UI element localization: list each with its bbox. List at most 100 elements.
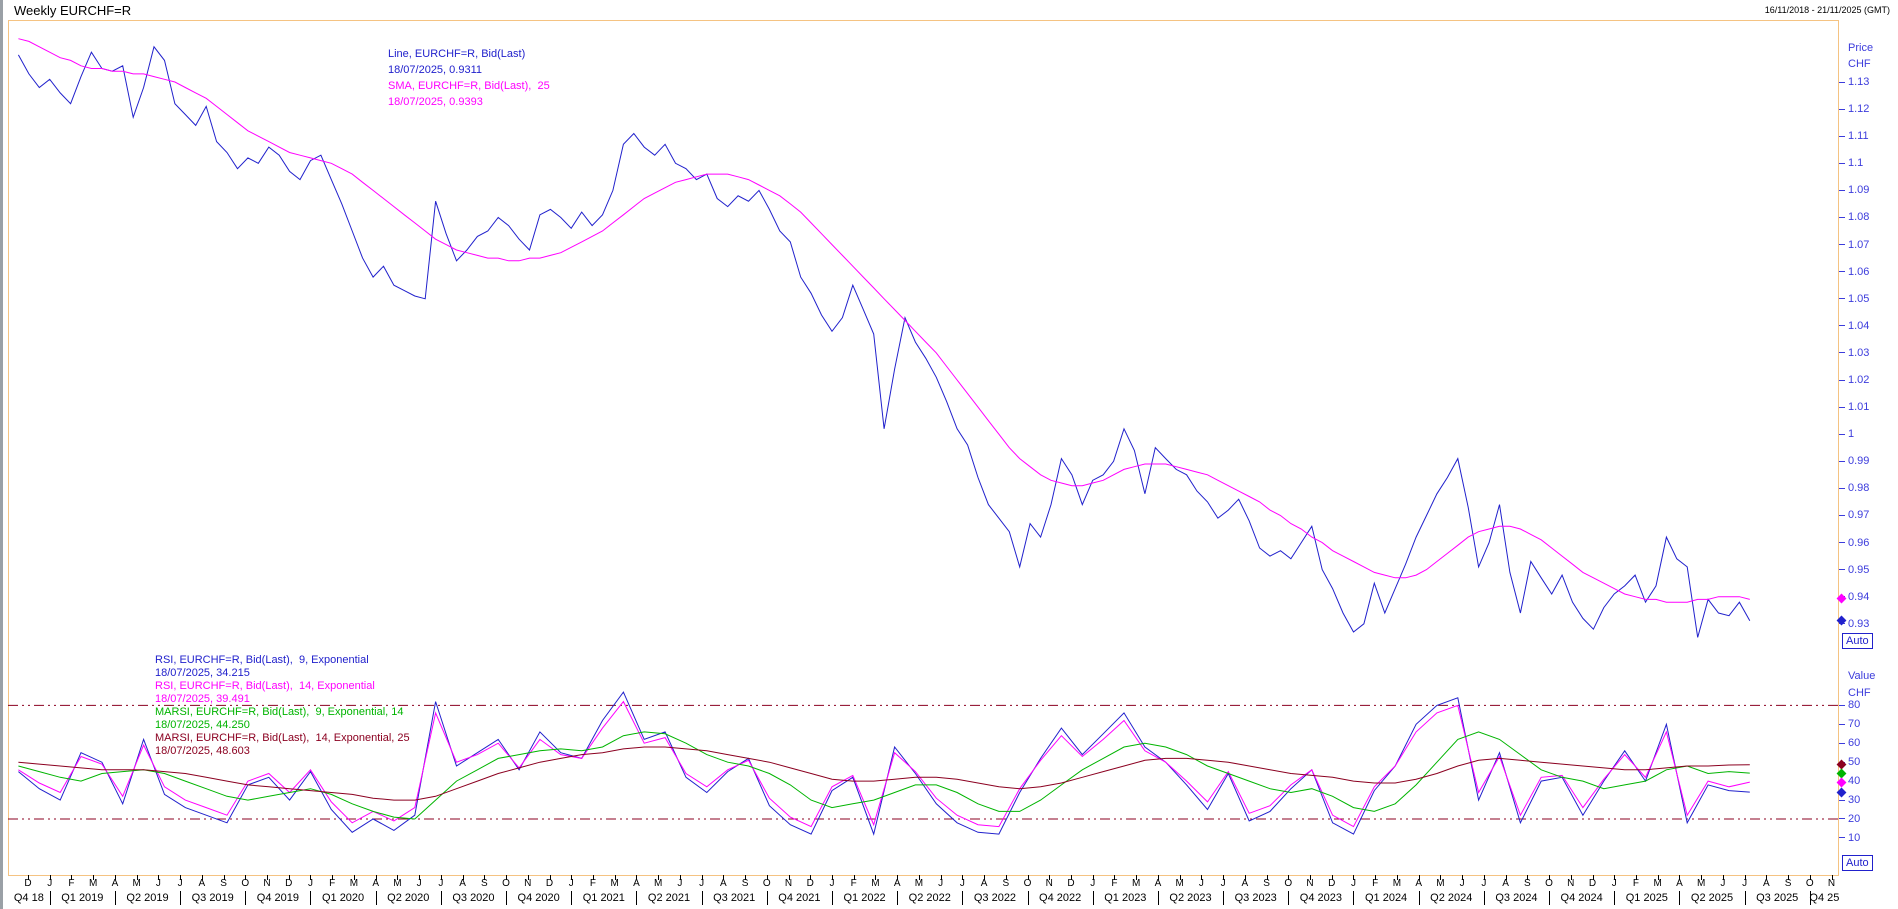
month-label: F — [65, 878, 77, 889]
quarter-separator — [245, 891, 246, 905]
month-label: M — [1391, 878, 1403, 889]
month-label: D — [1326, 878, 1338, 889]
month-label: M — [1695, 878, 1707, 889]
month-label: M — [87, 878, 99, 889]
month-label: O — [1804, 878, 1816, 889]
month-label: J — [304, 878, 316, 889]
price-tick-dash-0.98 — [1839, 488, 1845, 489]
month-label: A — [1239, 878, 1251, 889]
month-label: N — [261, 878, 273, 889]
month-label: A — [630, 878, 642, 889]
month-label: S — [739, 878, 751, 889]
quarter-separator — [1614, 891, 1615, 905]
price-tick-label-1.06: 1.06 — [1848, 266, 1869, 278]
quarter-label: Q1 2019 — [61, 892, 103, 904]
price-tick-label-0.97: 0.97 — [1848, 509, 1869, 521]
quarter-label: Q2 2021 — [648, 892, 690, 904]
rsi-auto-scale-button[interactable]: Auto — [1842, 855, 1873, 871]
month-label: O — [239, 878, 251, 889]
month-label: N — [783, 878, 795, 889]
month-label: J — [956, 878, 968, 889]
rsi-tick-dash-20 — [1839, 818, 1845, 819]
price-tick-dash-1.07 — [1839, 244, 1845, 245]
month-label: O — [1543, 878, 1555, 889]
price-tick-label-1.03: 1.03 — [1848, 347, 1869, 359]
quarter-separator — [1679, 891, 1680, 905]
quarter-separator — [702, 891, 703, 905]
quarter-label: Q2 2022 — [909, 892, 951, 904]
quarter-label: Q3 2025 — [1756, 892, 1798, 904]
rsi-tick-dash-80 — [1839, 705, 1845, 706]
month-label: M — [1130, 878, 1142, 889]
price-auto-scale-button[interactable]: Auto — [1842, 633, 1873, 649]
month-label: A — [370, 878, 382, 889]
price-tick-label-0.96: 0.96 — [1848, 537, 1869, 549]
month-label: A — [196, 878, 208, 889]
price-tick-label-0.98: 0.98 — [1848, 482, 1869, 494]
price-tick-label-1.07: 1.07 — [1848, 239, 1869, 251]
month-label: N — [1043, 878, 1055, 889]
quarter-separator — [506, 891, 507, 905]
quarter-separator — [636, 891, 637, 905]
rsi-axis-caption-2: CHF — [1848, 687, 1871, 699]
chart-titlebar: Weekly EURCHF=R 16/11/2018 - 21/11/2025 … — [4, 0, 1898, 20]
month-label: J — [44, 878, 56, 889]
price-tick-dash-1.02 — [1839, 380, 1845, 381]
price-tick-label-0.94: 0.94 — [1848, 591, 1869, 603]
month-label: A — [109, 878, 121, 889]
month-label: J — [696, 878, 708, 889]
month-label: S — [478, 878, 490, 889]
month-label: J — [1478, 878, 1490, 889]
month-label: J — [435, 878, 447, 889]
month-label: J — [826, 878, 838, 889]
quarter-label: Q1 2024 — [1365, 892, 1407, 904]
quarter-label: Q4 18 — [14, 892, 44, 904]
month-label: M — [1174, 878, 1186, 889]
month-label: J — [1608, 878, 1620, 889]
month-label: M — [609, 878, 621, 889]
quarter-separator — [1093, 891, 1094, 905]
month-label: S — [218, 878, 230, 889]
price-tick-dash-1.09 — [1839, 190, 1845, 191]
quarter-separator — [180, 891, 181, 905]
month-label: O — [1282, 878, 1294, 889]
month-label: N — [1304, 878, 1316, 889]
quarter-label: Q1 2025 — [1626, 892, 1668, 904]
quarter-separator — [767, 891, 768, 905]
rsi-axis-caption-1: Value — [1848, 670, 1875, 682]
quarter-separator — [1028, 891, 1029, 905]
price-legend-line-3: 18/07/2025, 0.9393 — [388, 94, 550, 110]
quarter-separator — [832, 891, 833, 905]
month-label: F — [587, 878, 599, 889]
quarter-label: Q3 2021 — [713, 892, 755, 904]
quarter-label: Q4 25 — [1809, 892, 1839, 904]
month-label: A — [1413, 878, 1425, 889]
month-label: M — [391, 878, 403, 889]
quarter-separator — [1223, 891, 1224, 905]
quarter-separator — [1353, 891, 1354, 905]
rsi-legend-line-3: 18/07/2025, 39.491 — [155, 693, 410, 706]
price-tick-label-1.05: 1.05 — [1848, 293, 1869, 305]
quarter-label: Q3 2023 — [1235, 892, 1277, 904]
quarter-separator — [115, 891, 116, 905]
price-tick-dash-1.13 — [1839, 82, 1845, 83]
chart-window: Weekly EURCHF=R 16/11/2018 - 21/11/2025 … — [0, 0, 1898, 909]
month-label: M — [1652, 878, 1664, 889]
quarter-label: Q2 2019 — [126, 892, 168, 904]
month-label: O — [761, 878, 773, 889]
month-label: J — [1347, 878, 1359, 889]
month-label: J — [674, 878, 686, 889]
month-label: D — [1587, 878, 1599, 889]
month-label: N — [1826, 878, 1838, 889]
month-label: A — [457, 878, 469, 889]
quarter-separator — [1158, 891, 1159, 905]
month-label: A — [1500, 878, 1512, 889]
month-label: F — [848, 878, 860, 889]
month-label: J — [174, 878, 186, 889]
window-left-edge — [0, 0, 3, 909]
rsi-tick-dash-30 — [1839, 800, 1845, 801]
price-tick-label-1.12: 1.12 — [1848, 103, 1869, 115]
rsi-legend-line-7: 18/07/2025, 48.603 — [155, 745, 410, 758]
price-axis-caption-2: CHF — [1848, 58, 1871, 70]
quarter-label: Q1 2020 — [322, 892, 364, 904]
